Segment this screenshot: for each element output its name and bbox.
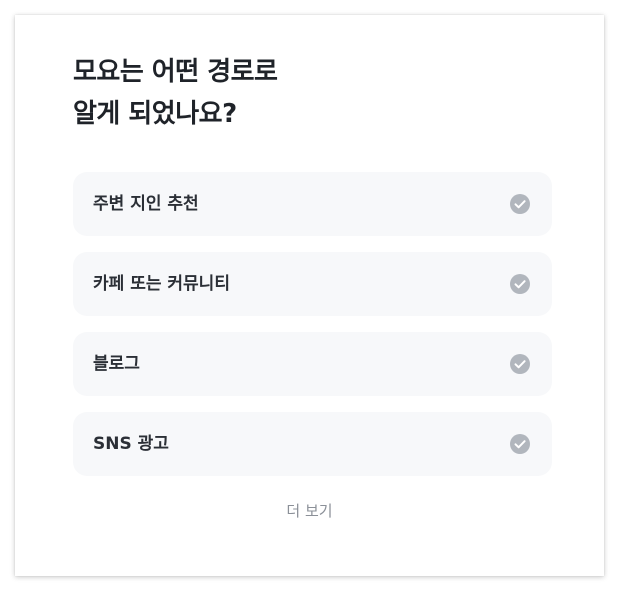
option-friend-referral[interactable]: 주변 지인 추천 [73,172,552,236]
option-label: SNS 광고 [93,434,169,454]
option-list: 주변 지인 추천 카페 또는 커뮤니티 블로그 SNS 광고 [73,172,552,492]
check-circle-icon [510,354,530,374]
question-title-line-2: 알게 되었나요? [73,99,237,129]
option-cafe-community[interactable]: 카페 또는 커뮤니티 [73,252,552,316]
question-title: 모요는 어떤 경로로 알게 되었나요? [73,51,278,135]
option-label: 주변 지인 추천 [93,194,199,214]
check-circle-icon [510,194,530,214]
check-circle-icon [510,434,530,454]
survey-card: 모요는 어떤 경로로 알게 되었나요? 주변 지인 추천 카페 또는 커뮤니티 … [15,15,604,576]
option-blog[interactable]: 블로그 [73,332,552,396]
check-circle-icon [510,274,530,294]
show-more-button[interactable]: 더 보기 [15,499,604,523]
option-sns-ad[interactable]: SNS 광고 [73,412,552,476]
question-title-line-1: 모요는 어떤 경로로 [73,57,278,87]
option-label: 블로그 [93,354,140,374]
option-label: 카페 또는 커뮤니티 [93,274,230,294]
